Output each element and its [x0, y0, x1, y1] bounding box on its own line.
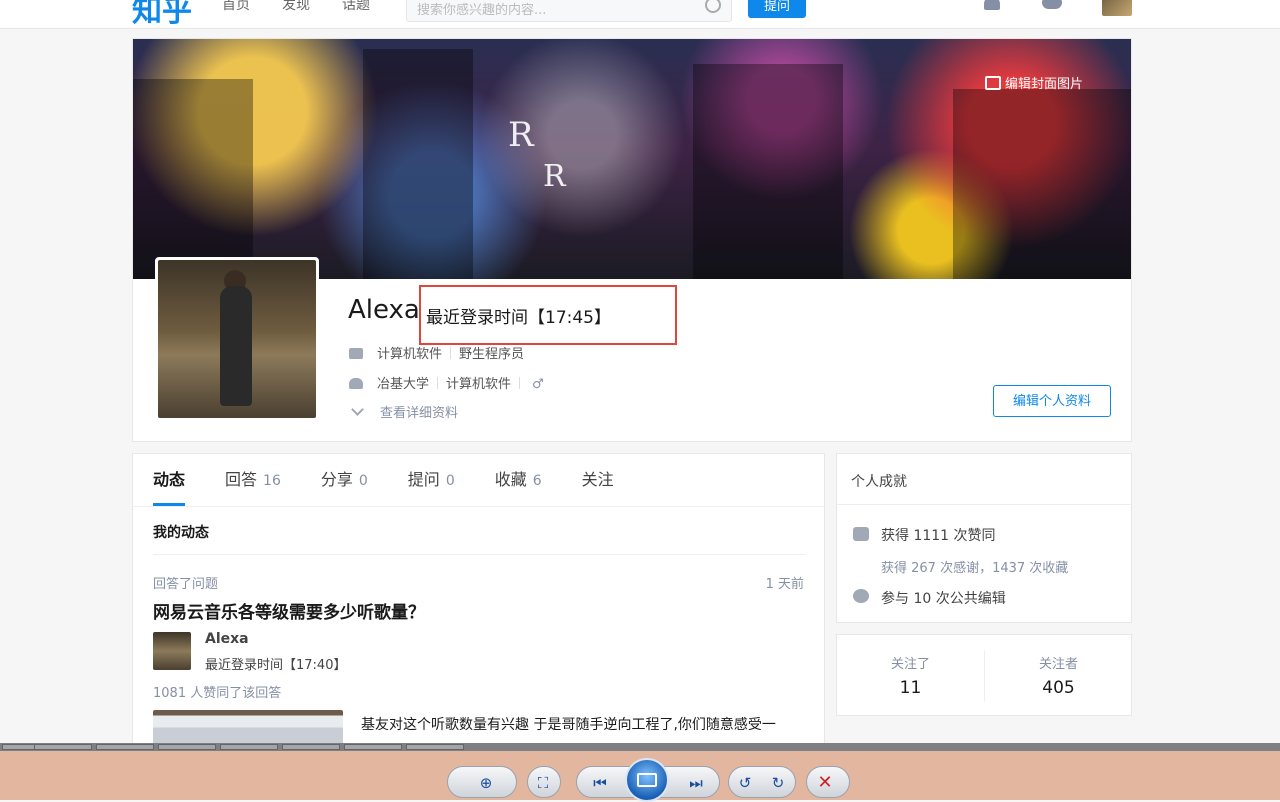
search-placeholder: 搜索你感兴趣的内容... — [417, 3, 547, 18]
achievements-card: 个人成就 获得 1111 次赞同 获得 267 次感谢，1437 次收藏 参与 … — [836, 453, 1132, 623]
followers-count: 405 — [1042, 678, 1075, 698]
activity-card: 动态 回答 16 分享 0 提问 0 收藏 6 关注 我的动态 回答了问题 1 天前 网… — [132, 453, 825, 753]
taskbar-item[interactable] — [282, 744, 340, 750]
feed-item-time: 1 天前 — [765, 577, 804, 592]
highlight-annotation-box — [419, 285, 677, 345]
follow-stats-card: 关注了 11 关注者 405 — [836, 634, 1132, 716]
feed-question-title[interactable]: 网易云音乐各等级需要多少听歌量？ — [153, 598, 425, 623]
answer-author-avatar[interactable] — [153, 632, 191, 670]
nav-home[interactable]: 首页 — [222, 0, 250, 14]
thumbs-up-icon — [853, 527, 869, 541]
followers-stat[interactable]: 关注者 405 — [985, 635, 1132, 698]
following-label: 关注了 — [890, 657, 930, 672]
education-row: 冶基大学 计算机软件 ♂ — [349, 373, 544, 392]
tab-collections[interactable]: 收藏 6 — [495, 454, 542, 506]
cover-image: R R 编辑封面图片 — [133, 39, 1131, 279]
graduation-cap-icon — [349, 378, 363, 389]
achievement-edits[interactable]: 参与 10 次公共编辑 — [881, 588, 1006, 608]
rotate-right-icon[interactable]: ↻ — [768, 773, 788, 793]
following-count: 11 — [899, 678, 922, 698]
delete-icon[interactable]: ✕ — [815, 773, 835, 793]
feed-item-type: 回答了问题 — [153, 577, 219, 592]
cover-sign-r2: R — [543, 159, 566, 194]
edit-profile-button[interactable]: 编辑个人资料 — [993, 385, 1111, 417]
profile-tabs: 动态 回答 16 分享 0 提问 0 收藏 6 关注 — [153, 454, 654, 506]
search-icon[interactable] — [705, 0, 721, 13]
profile-header-card: R R 编辑封面图片 Alexa 最近登录时间【17:45】 计算机软件 野生程序… — [132, 38, 1132, 442]
notification-bell-icon[interactable] — [984, 0, 1000, 10]
nav-topics[interactable]: 话题 — [342, 0, 370, 14]
tab-activity[interactable]: 动态 — [153, 454, 186, 506]
answer-excerpt[interactable]: 基友对这个听歌数量有兴趣 于是哥随手逆向工程了,你们随意感受一 — [361, 714, 807, 734]
male-gender-icon: ♂ — [532, 377, 544, 392]
answer-vote-count[interactable]: 1081 人赞同了该回答 — [153, 682, 281, 701]
view-details-link[interactable]: 查看详细资料 — [380, 406, 458, 421]
next-icon[interactable]: ⏭ — [686, 773, 706, 793]
answer-author-name[interactable]: Alexa — [205, 631, 249, 647]
briefcase-icon — [349, 348, 363, 359]
camera-icon — [985, 76, 1001, 90]
edit-pencil-icon — [853, 589, 869, 603]
fit-icon[interactable]: ⛶ — [533, 773, 553, 793]
photo-viewer-toolbar: ⊕ ⛶ ⏮ ⏭ ↺ ↻ ✕ — [0, 751, 1280, 802]
cover-sign-r: R — [508, 115, 534, 155]
achievement-thanks: 获得 267 次感谢，1437 次收藏 — [881, 561, 1069, 576]
search-input[interactable]: 搜索你感兴趣的内容... — [406, 0, 732, 22]
tab-shares[interactable]: 分享 0 — [321, 454, 368, 506]
achievements-title: 个人成就 — [851, 474, 907, 490]
taskbar-item[interactable] — [96, 744, 154, 750]
slideshow-icon[interactable] — [625, 758, 669, 802]
section-title: 我的动态 — [153, 525, 209, 541]
user-avatar[interactable] — [1102, 0, 1132, 16]
nav-discover[interactable]: 发现 — [282, 0, 310, 14]
profile-avatar[interactable] — [155, 257, 319, 421]
taskbar-item[interactable] — [344, 744, 402, 750]
followers-label: 关注者 — [1038, 657, 1078, 672]
tab-following[interactable]: 关注 — [582, 454, 614, 506]
ask-button[interactable]: 提问 — [748, 0, 806, 18]
edit-cover-button[interactable]: 编辑封面图片 — [985, 73, 1083, 92]
zhihu-logo[interactable]: 知乎 — [132, 0, 192, 28]
answer-author-subtitle: 最近登录时间【17:40】 — [205, 658, 347, 673]
employment-row: 计算机软件 野生程序员 — [349, 343, 524, 362]
edit-cover-label: 编辑封面图片 — [1005, 77, 1084, 92]
prev-icon[interactable]: ⏮ — [590, 773, 610, 793]
top-navbar: 知乎 首页 发现 话题 搜索你感兴趣的内容... 提问 — [0, 0, 1280, 29]
taskbar-item[interactable] — [406, 744, 464, 750]
taskbar-item[interactable] — [158, 744, 216, 750]
rotate-left-icon[interactable]: ↺ — [735, 773, 755, 793]
details-link-row[interactable]: 查看详细资料 — [349, 402, 458, 421]
taskbar-item[interactable] — [34, 744, 92, 750]
messages-icon[interactable] — [1042, 0, 1062, 9]
tab-questions[interactable]: 提问 0 — [408, 454, 455, 506]
chevron-down-icon — [351, 403, 364, 416]
taskbar-strip — [0, 743, 1280, 751]
taskbar-item[interactable] — [220, 744, 278, 750]
achievement-likes: 获得 1111 次赞同 — [881, 528, 996, 544]
profile-name: Alexa — [348, 295, 420, 325]
tab-answers[interactable]: 回答 16 — [225, 454, 281, 506]
following-stat[interactable]: 关注了 11 — [837, 635, 984, 698]
zoom-icon[interactable]: ⊕ — [476, 773, 496, 793]
